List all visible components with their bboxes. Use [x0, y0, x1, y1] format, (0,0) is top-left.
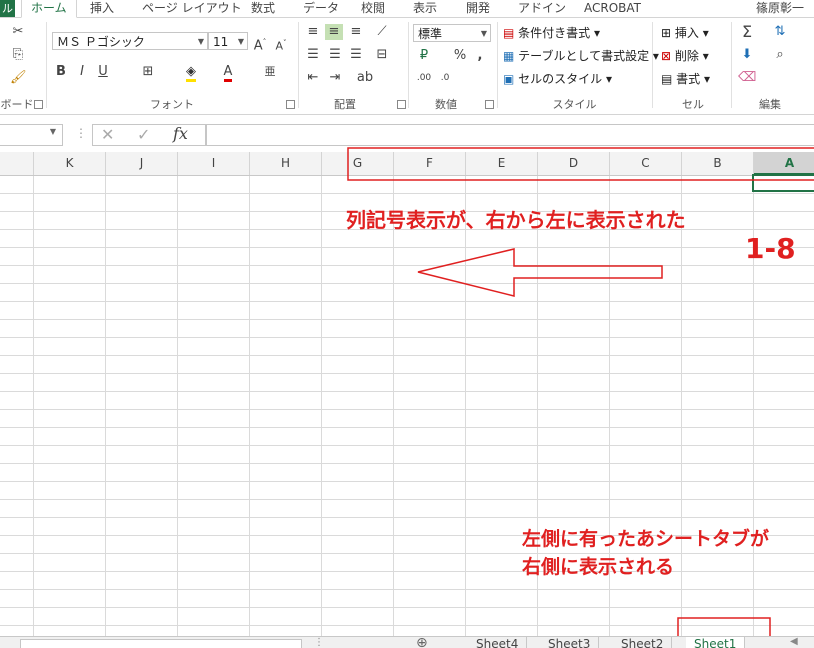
- more-icon: ⋮: [314, 637, 324, 648]
- annotation-tabs-line1: 左側に有ったあシートタブが: [522, 528, 770, 550]
- left-arrow-icon: [417, 248, 663, 297]
- column-headers-highlight: [347, 147, 814, 181]
- sheet-tab-sheet2[interactable]: Sheet2: [613, 637, 673, 648]
- annotation-number: 1-8: [745, 232, 796, 265]
- scroll-tabs-icon[interactable]: ◀: [790, 637, 798, 647]
- annotation-main-text: 列記号表示が、右から左に表示された: [346, 208, 686, 232]
- annotation-tabs-line2: 右側に表示される: [522, 556, 675, 578]
- sheet-tab-bar: ⋮ ⊕ Sheet4 Sheet3 Sheet2 Sheet1 ◀: [0, 636, 814, 648]
- sheet-tab-sheet1[interactable]: Sheet1: [686, 637, 746, 648]
- sheet-tab-sheet4[interactable]: Sheet4: [468, 637, 528, 648]
- new-sheet-icon[interactable]: ⊕: [416, 637, 428, 648]
- sheet-tab-sheet3[interactable]: Sheet3: [540, 637, 600, 648]
